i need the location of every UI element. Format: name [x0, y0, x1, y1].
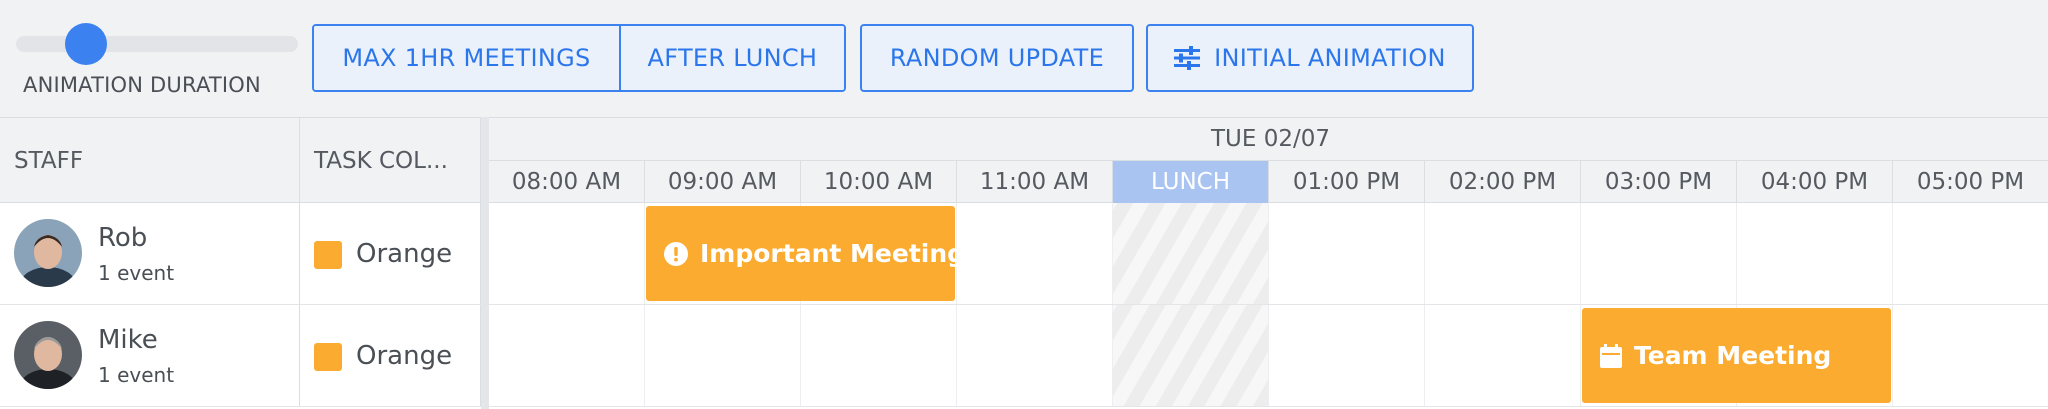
- calendar-icon: [1600, 343, 1622, 368]
- hour-gridline: [1892, 305, 1893, 406]
- hour-gridline: [1424, 203, 1425, 304]
- hour-gridline: [644, 203, 645, 304]
- column-header-task-color[interactable]: TASK COL...: [300, 118, 481, 204]
- hour-header: 08:00 AM: [489, 161, 645, 203]
- hour-header: 09:00 AM: [645, 161, 801, 203]
- hour-gridline: [1268, 305, 1269, 406]
- task-color-cell[interactable]: Orange: [300, 305, 481, 406]
- lunch-break-band: [1113, 203, 1269, 304]
- staff-event-count: 1 event: [98, 261, 175, 285]
- task-color-cell[interactable]: Orange: [300, 203, 481, 304]
- initial-animation-label: INITIAL ANIMATION: [1214, 44, 1446, 72]
- hour-gridline: [1892, 203, 1893, 304]
- hour-gridline: [1736, 203, 1737, 304]
- staff-cell[interactable]: Mike 1 event: [0, 305, 300, 406]
- event-bar[interactable]: Important Meeting: [646, 206, 965, 301]
- hour-header: 11:00 AM: [957, 161, 1113, 203]
- toolbar: ANIMATION DURATION MAX 1HR MEETINGS AFTE…: [0, 0, 2048, 117]
- color-swatch: [314, 241, 342, 269]
- after-lunch-button[interactable]: AFTER LUNCH: [618, 26, 844, 90]
- staff-cell[interactable]: Rob 1 event: [0, 203, 300, 304]
- avatar: [14, 321, 82, 389]
- hour-gridline: [1112, 305, 1113, 406]
- hour-gridline: [1268, 203, 1269, 304]
- locked-header: STAFF TASK COL...: [0, 117, 481, 204]
- hour-gridline: [1580, 203, 1581, 304]
- resource-row[interactable]: Rob 1 event Orange Important Meeting: [0, 203, 2048, 305]
- max-1hr-meetings-button[interactable]: MAX 1HR MEETINGS: [314, 26, 619, 90]
- color-swatch: [314, 343, 342, 371]
- event-title: Team Meeting: [1634, 341, 1832, 370]
- hour-header: 03:00 PM: [1581, 161, 1737, 203]
- slider-thumb[interactable]: [65, 23, 107, 65]
- staff-name: Rob: [98, 223, 148, 253]
- hour-header-lunch: LUNCH: [1113, 161, 1269, 203]
- sliders-icon: [1174, 46, 1201, 70]
- initial-animation-button[interactable]: INITIAL ANIMATION: [1146, 24, 1474, 92]
- timeaxis-header: TUE 02/07 08:00 AM 09:00 AM 10:00 AM 11:00 …: [489, 117, 2048, 203]
- exclamation-circle-icon: [664, 241, 688, 266]
- animation-duration-slider[interactable]: ANIMATION DURATION: [14, 22, 300, 102]
- day-header: TUE 02/07: [489, 118, 2048, 161]
- hour-header: 05:00 PM: [1893, 161, 2048, 203]
- hour-gridline: [956, 305, 957, 406]
- hour-gridline: [1580, 305, 1581, 406]
- slider-track[interactable]: [16, 36, 298, 52]
- staff-event-count: 1 event: [98, 363, 175, 387]
- hour-header: 01:00 PM: [1269, 161, 1425, 203]
- lunch-break-band: [1113, 305, 1269, 406]
- scheduler-grid: STAFF TASK COL... TUE 02/07 08:00 AM 09:0…: [0, 117, 2048, 409]
- hour-header: 02:00 PM: [1425, 161, 1581, 203]
- timeline-row[interactable]: Important Meeting: [489, 203, 2048, 304]
- hour-gridline: [1424, 305, 1425, 406]
- resource-row[interactable]: Mike 1 event Orange Team Meeting: [0, 305, 2048, 407]
- hour-gridline: [644, 305, 645, 406]
- event-bar[interactable]: Team Meeting: [1582, 308, 1891, 403]
- hour-gridline: [800, 305, 801, 406]
- column-header-staff[interactable]: STAFF: [0, 118, 300, 204]
- scenario-button-group: MAX 1HR MEETINGS AFTER LUNCH: [312, 24, 846, 92]
- random-update-button[interactable]: RANDOM UPDATE: [860, 24, 1134, 92]
- hour-header: 10:00 AM: [801, 161, 957, 203]
- color-name: Orange: [356, 239, 453, 269]
- avatar: [14, 219, 82, 287]
- day-label: TUE 02/07: [1210, 126, 1330, 152]
- hour-gridline: [1112, 203, 1113, 304]
- slider-label: ANIMATION DURATION: [23, 73, 261, 97]
- staff-name: Mike: [98, 325, 158, 355]
- random-update-label: RANDOM UPDATE: [889, 44, 1105, 72]
- color-name: Orange: [356, 341, 453, 371]
- timeline-row[interactable]: Team Meeting: [489, 305, 2048, 406]
- hour-header: 04:00 PM: [1737, 161, 1893, 203]
- event-title: Important Meeting: [700, 239, 966, 268]
